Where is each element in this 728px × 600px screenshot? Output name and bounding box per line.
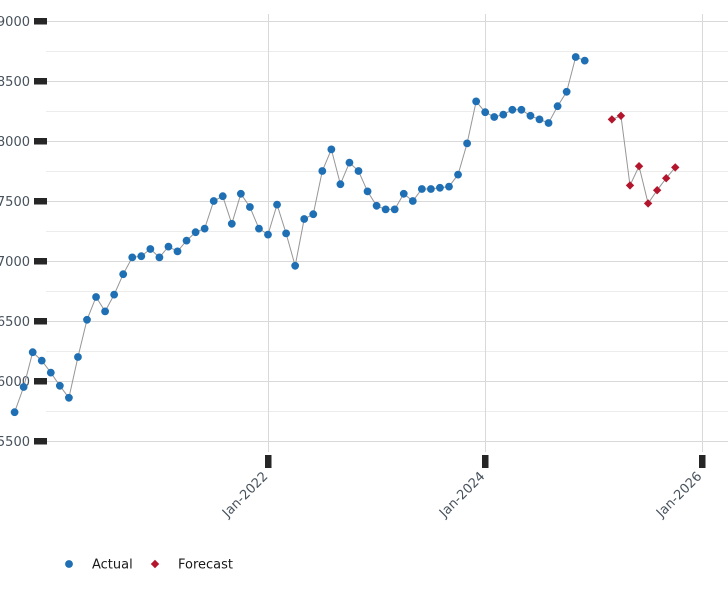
data-point-marker[interactable] <box>327 145 336 154</box>
x-axis-tick-mark <box>699 455 706 468</box>
data-point-marker[interactable] <box>119 270 128 279</box>
data-point-marker[interactable] <box>436 183 444 192</box>
data-point-marker[interactable] <box>300 215 309 223</box>
data-point-marker[interactable] <box>463 139 471 148</box>
data-point-marker[interactable] <box>191 228 200 237</box>
y-axis-tick-label: 8000 <box>0 135 30 150</box>
data-point-marker[interactable] <box>110 290 119 299</box>
y-axis-tick-mark <box>34 438 47 445</box>
y-axis-tick-label: 5500 <box>0 435 30 450</box>
y-axis-tick-mark <box>34 198 47 205</box>
data-point-marker[interactable] <box>46 368 55 377</box>
y-axis-tick-mark <box>34 138 47 145</box>
data-point-marker[interactable] <box>273 200 281 209</box>
legend-label: Forecast <box>178 558 233 573</box>
data-point-marker[interactable] <box>28 348 37 357</box>
data-point-marker[interactable] <box>236 189 245 198</box>
data-point-marker[interactable] <box>164 242 173 251</box>
line-chart: 55006000650070007500800085009000 Jan-202… <box>0 0 728 600</box>
data-point-marker[interactable] <box>246 203 254 211</box>
y-axis-tick-mark <box>34 18 47 25</box>
data-point-marker[interactable] <box>92 293 100 301</box>
data-point-marker[interactable] <box>182 236 191 245</box>
y-axis-tick-mark <box>34 318 47 325</box>
data-point-marker[interactable] <box>146 245 155 253</box>
data-point-marker[interactable] <box>499 110 508 119</box>
x-axis-tick-mark <box>482 455 489 468</box>
data-point-marker[interactable] <box>427 185 435 193</box>
data-point-marker[interactable] <box>83 315 91 324</box>
data-point-marker[interactable] <box>282 229 290 238</box>
chart-background <box>0 0 728 600</box>
data-point-marker[interactable] <box>336 180 345 189</box>
data-point-marker[interactable] <box>227 219 236 228</box>
data-point-marker[interactable] <box>255 224 263 233</box>
data-point-marker[interactable] <box>408 197 417 205</box>
data-point-marker[interactable] <box>200 224 209 233</box>
data-point-marker[interactable] <box>580 56 589 65</box>
chart-container: 5500 6000 6500 7000 7500 8000 8500 9000 Jan-202… <box>0 0 728 600</box>
data-point-marker[interactable] <box>526 111 535 120</box>
data-point-marker[interactable] <box>37 356 46 365</box>
data-point-marker[interactable] <box>65 393 73 402</box>
data-point-marker[interactable] <box>19 383 28 391</box>
data-point-marker[interactable] <box>562 87 571 96</box>
data-point-marker[interactable] <box>264 230 272 239</box>
data-point-marker[interactable] <box>399 189 408 198</box>
y-axis-tick-label: 8500 <box>0 75 30 90</box>
data-point-marker[interactable] <box>372 201 381 210</box>
data-point-marker[interactable] <box>381 205 390 214</box>
data-point-marker[interactable] <box>508 105 517 114</box>
data-point-marker[interactable] <box>128 253 137 262</box>
data-point-marker[interactable] <box>445 182 453 191</box>
data-point-marker[interactable] <box>354 167 363 175</box>
y-axis-tick-mark <box>34 378 47 385</box>
data-point-marker[interactable] <box>291 261 300 270</box>
y-axis-tick-mark <box>34 78 47 85</box>
data-point-marker[interactable] <box>472 97 481 106</box>
legend-label: Actual <box>92 558 133 573</box>
data-point-marker[interactable] <box>218 192 227 201</box>
y-axis-tick-label: 6500 <box>0 315 30 330</box>
data-point-marker[interactable] <box>155 253 164 262</box>
data-point-marker[interactable] <box>417 185 426 193</box>
data-point-marker[interactable] <box>481 108 490 117</box>
x-axis-tick-mark <box>265 455 272 468</box>
data-point-marker[interactable] <box>454 170 462 179</box>
data-point-marker[interactable] <box>137 252 146 261</box>
data-point-marker[interactable] <box>309 210 318 219</box>
data-point-marker[interactable] <box>101 307 109 316</box>
data-point-marker[interactable] <box>390 205 399 214</box>
data-point-marker[interactable] <box>173 247 182 256</box>
data-point-marker[interactable] <box>55 381 64 390</box>
data-point-marker[interactable] <box>10 408 19 417</box>
data-point-marker[interactable] <box>535 115 544 124</box>
y-axis-tick-label: 7500 <box>0 195 30 210</box>
y-axis-tick-label: 7000 <box>0 255 30 270</box>
data-point-marker[interactable] <box>490 113 499 121</box>
y-axis-tick-label: 9000 <box>0 15 30 30</box>
y-axis-tick-mark <box>34 258 47 265</box>
data-point-marker[interactable] <box>517 105 526 114</box>
data-point-marker[interactable] <box>345 158 354 167</box>
legend-marker-circle-icon <box>65 560 73 568</box>
data-point-marker[interactable] <box>553 102 562 111</box>
data-point-marker[interactable] <box>571 53 580 61</box>
data-point-marker[interactable] <box>74 353 82 361</box>
data-point-marker[interactable] <box>363 187 372 196</box>
data-point-marker[interactable] <box>544 119 553 127</box>
data-point-marker[interactable] <box>318 167 327 175</box>
data-point-marker[interactable] <box>209 197 218 205</box>
